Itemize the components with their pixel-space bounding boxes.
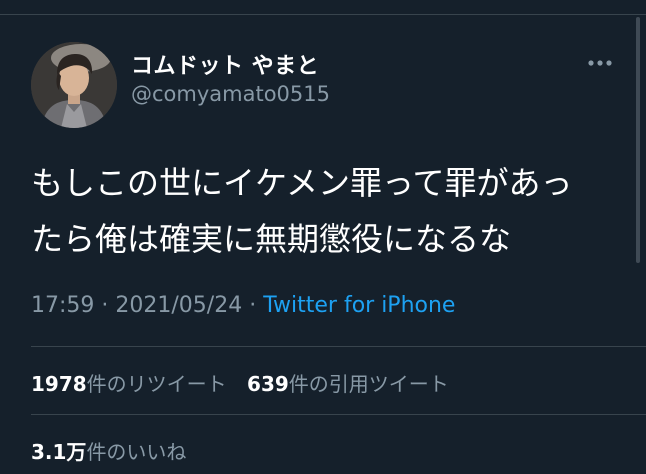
scrollbar[interactable] xyxy=(636,17,640,263)
tweet-source-link[interactable]: Twitter for iPhone xyxy=(263,293,455,318)
quotes-stat[interactable]: 639件の引用ツイート xyxy=(247,372,449,396)
avatar-portrait-image xyxy=(31,42,117,128)
more-horizontal-icon xyxy=(588,60,612,66)
likes-stat[interactable]: 3.1万件のいいね xyxy=(31,440,186,464)
top-divider xyxy=(0,0,646,15)
retweet-count: 1978 xyxy=(31,372,87,396)
quote-label: 件の引用ツイート xyxy=(288,372,449,396)
tweet-time[interactable]: 17:59 xyxy=(31,293,94,318)
tweet-date[interactable]: 2021/05/24 xyxy=(115,293,242,318)
divider xyxy=(31,414,646,415)
tweet-text: もしこの世にイケメン罪って罪があっ たら俺は確実に無期懲役になるな xyxy=(31,155,621,267)
retweet-label: 件のリツイート xyxy=(86,372,227,396)
likes-stats-row: 3.1万件のいいね xyxy=(31,436,186,465)
tweet-text-line: もしこの世にイケメン罪って罪があっ xyxy=(31,164,573,202)
author-username[interactable]: @comyamato0515 xyxy=(131,82,330,106)
meta-separator: · xyxy=(249,293,257,318)
meta-separator: · xyxy=(101,293,109,318)
tweet-meta: 17:59 · 2021/05/24 · Twitter for iPhone xyxy=(31,293,455,318)
quote-count: 639 xyxy=(247,372,289,396)
more-options-button[interactable] xyxy=(584,52,616,74)
author-display-name[interactable]: コムドット やまと xyxy=(131,48,319,80)
retweets-stat[interactable]: 1978件のリツイート xyxy=(31,372,227,396)
tweet-text-line: たら俺は確実に無期懲役になるな xyxy=(31,220,512,258)
like-count: 3.1万 xyxy=(31,440,87,464)
avatar[interactable] xyxy=(31,42,117,128)
divider xyxy=(31,346,646,347)
like-label: 件のいいね xyxy=(86,440,187,464)
engagement-stats-row: 1978件のリツイート 639件の引用ツイート xyxy=(31,368,449,397)
